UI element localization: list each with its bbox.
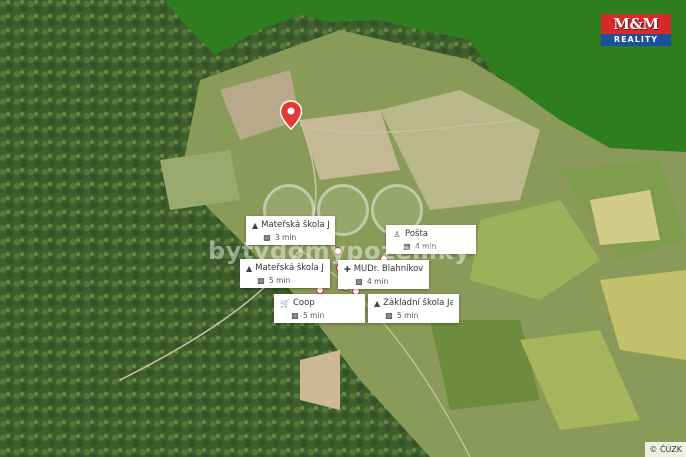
poi-time: 5 min xyxy=(397,311,419,320)
poi-name: Coop xyxy=(293,298,315,308)
school-icon: ▲ xyxy=(374,298,381,308)
logo-top-text: M&M xyxy=(601,14,671,34)
poi-time: 4 min xyxy=(367,277,389,286)
map-view[interactable]: M&M REALITY ▲Mateřská škola Ja... ▩3 min… xyxy=(0,0,686,457)
poi-time: 5 min xyxy=(303,311,325,320)
poi-card[interactable]: 🛒 Coop ▩ 5 min xyxy=(274,294,365,323)
watermark-text: bytydomypozemky xyxy=(208,237,471,265)
car-icon: ▩ xyxy=(257,276,265,285)
school-icon: ▲ xyxy=(252,220,259,230)
poi-card[interactable]: ▲Základní škola Ja... ▩ 5 min xyxy=(368,294,459,323)
brand-logo: M&M REALITY xyxy=(601,14,671,46)
map-marker-icon[interactable] xyxy=(279,100,303,130)
medical-icon: ✚ xyxy=(344,264,351,274)
poi-name: Základní škola Ja... xyxy=(383,298,453,308)
poi-time: 5 min xyxy=(269,276,291,285)
poi-name: MUDr. Blahníkova... xyxy=(353,264,423,274)
car-icon: ▩ xyxy=(355,277,363,286)
car-icon: ▩ xyxy=(385,311,393,320)
car-icon: ▩ xyxy=(291,311,299,320)
logo-bottom-text: REALITY xyxy=(601,34,671,46)
map-attribution: © ČÚZK xyxy=(645,442,686,457)
cart-icon: 🛒 xyxy=(280,298,290,308)
poi-name: Mateřská škola Ja... xyxy=(261,220,329,230)
